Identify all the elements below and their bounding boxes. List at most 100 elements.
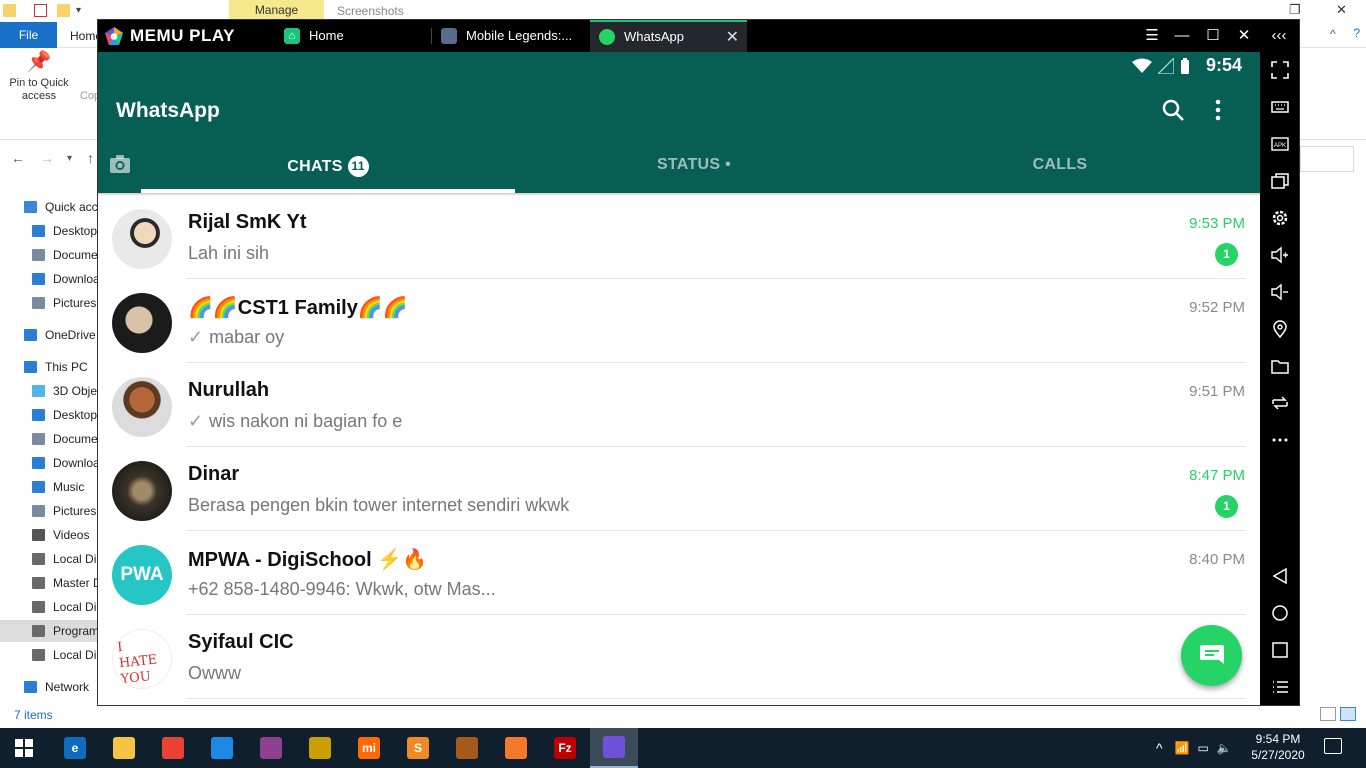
- taskbar-app[interactable]: mi: [345, 728, 393, 768]
- location-icon[interactable]: [1267, 316, 1293, 342]
- nav-item[interactable]: Network: [0, 676, 98, 698]
- show-hidden-icons-icon[interactable]: ^: [1156, 740, 1163, 756]
- up-arrow-icon[interactable]: ↑: [87, 150, 94, 166]
- nav-item[interactable]: Desktop: [0, 220, 98, 242]
- avatar[interactable]: [112, 461, 172, 521]
- more-options-icon[interactable]: [1208, 98, 1228, 122]
- tab-calls[interactable]: CALLS: [873, 156, 1247, 176]
- taskbar-app[interactable]: [100, 728, 148, 768]
- menu-icon[interactable]: ☰: [1137, 20, 1167, 52]
- nav-item[interactable]: Master D: [0, 572, 98, 594]
- minimize-icon[interactable]: —: [1167, 20, 1197, 52]
- tab-home[interactable]: ⌂ Home: [284, 20, 429, 52]
- quick-access-dropdown-icon[interactable]: ▾: [76, 5, 81, 16]
- pin-to-quick-access-button[interactable]: 📌 Pin to Quick access: [4, 52, 74, 103]
- taskbar-app[interactable]: [247, 728, 295, 768]
- chat-row[interactable]: Rijal SmK Yt Lah ini sih 9:53 PM 1: [98, 195, 1260, 279]
- view-toggle[interactable]: [1320, 707, 1364, 725]
- nav-item[interactable]: 3D Objec: [0, 380, 98, 402]
- ribbon-collapse-icon[interactable]: ^: [1330, 27, 1336, 41]
- tab-whatsapp[interactable]: WhatsApp ✕: [590, 20, 747, 52]
- nav-item[interactable]: Videos: [0, 524, 98, 546]
- taskbar-app[interactable]: [296, 728, 344, 768]
- tab-mobile-legends[interactable]: Mobile Legends:...: [441, 20, 589, 52]
- back-arrow-icon[interactable]: ←: [11, 150, 25, 166]
- avatar[interactable]: [112, 209, 172, 269]
- recent-locations-icon[interactable]: ▾: [67, 153, 72, 164]
- list-menu-icon[interactable]: [1267, 674, 1293, 700]
- nav-item[interactable]: Downloa: [0, 452, 98, 474]
- folder-icon[interactable]: [3, 4, 16, 17]
- taskbar-app[interactable]: S: [394, 728, 442, 768]
- notification-icon[interactable]: [1324, 738, 1342, 754]
- taskbar-app[interactable]: [149, 728, 197, 768]
- nav-item[interactable]: Downloa: [0, 268, 98, 290]
- avatar[interactable]: PWA: [112, 545, 172, 605]
- new-folder-icon[interactable]: [57, 4, 70, 17]
- close-icon[interactable]: ✕: [1229, 20, 1259, 52]
- more-icon[interactable]: [1267, 427, 1293, 453]
- properties-icon[interactable]: [34, 4, 47, 17]
- android-recents-icon[interactable]: [1267, 637, 1293, 663]
- taskbar-app[interactable]: Fz: [541, 728, 589, 768]
- search-box[interactable]: [1300, 146, 1354, 172]
- multi-window-icon[interactable]: [1267, 168, 1293, 194]
- taskbar-app[interactable]: [492, 728, 540, 768]
- nav-item[interactable]: Quick acc: [0, 196, 98, 218]
- nav-item[interactable]: Local Dis: [0, 644, 98, 666]
- chat-row[interactable]: 🌈🌈CST1 Family🌈🌈 ✓ mabar oy 9:52 PM: [98, 279, 1260, 363]
- chat-row[interactable]: Nurullah ✓ wis nakon ni bagian fo e 9:51 PM: [98, 363, 1260, 447]
- large-icons-view-icon[interactable]: [1340, 707, 1356, 721]
- nav-item[interactable]: OneDrive: [0, 324, 98, 346]
- camera-icon[interactable]: [109, 154, 131, 174]
- settings-icon[interactable]: [1267, 205, 1293, 231]
- nav-item[interactable]: Docume: [0, 244, 98, 266]
- taskbar-app[interactable]: [590, 728, 638, 768]
- avatar[interactable]: [112, 377, 172, 437]
- chat-row[interactable]: Dinar Berasa pengen bkin tower internet s…: [98, 447, 1260, 531]
- tab-status[interactable]: STATUS •: [515, 156, 873, 176]
- folder-icon[interactable]: [1267, 353, 1293, 379]
- nav-item[interactable]: Music: [0, 476, 98, 498]
- manage-contextual-tab[interactable]: Manage: [229, 0, 324, 20]
- file-tab[interactable]: File: [0, 22, 57, 48]
- volume-icon[interactable]: 🔈: [1217, 741, 1232, 755]
- taskbar-app[interactable]: [198, 728, 246, 768]
- forward-arrow-icon[interactable]: →: [40, 150, 54, 166]
- tab-chats[interactable]: CHATS 11: [141, 156, 515, 177]
- nav-item[interactable]: Program: [0, 620, 98, 642]
- android-home-icon[interactable]: [1267, 600, 1293, 626]
- help-icon[interactable]: ?: [1353, 26, 1360, 40]
- power-icon[interactable]: ▭: [1198, 741, 1209, 755]
- volume-up-icon[interactable]: [1267, 242, 1293, 268]
- taskbar-app[interactable]: e: [51, 728, 99, 768]
- avatar[interactable]: [112, 293, 172, 353]
- maximize-icon[interactable]: ☐: [1198, 20, 1228, 52]
- sync-icon[interactable]: [1267, 390, 1293, 416]
- chat-row[interactable]: I HATE YOU Syifaul CIC Owww: [98, 615, 1260, 699]
- collapse-sidebar-icon[interactable]: ‹‹‹: [1264, 20, 1294, 52]
- network-icon[interactable]: 📶: [1175, 741, 1190, 755]
- nav-item[interactable]: Pictures: [0, 500, 98, 522]
- volume-down-icon[interactable]: [1267, 279, 1293, 305]
- avatar[interactable]: I HATE YOU: [112, 629, 172, 689]
- restore-icon[interactable]: ❐: [1289, 2, 1301, 18]
- details-view-icon[interactable]: [1320, 707, 1336, 721]
- taskbar-clock[interactable]: 9:54 PM 5/27/2020: [1247, 731, 1309, 763]
- search-icon[interactable]: [1161, 98, 1185, 122]
- nav-item[interactable]: Desktop: [0, 404, 98, 426]
- apk-icon[interactable]: APK: [1267, 131, 1293, 157]
- nav-item[interactable]: Pictures: [0, 292, 98, 314]
- nav-item[interactable]: Local Dis: [0, 548, 98, 570]
- close-tab-icon[interactable]: ✕: [726, 22, 739, 54]
- nav-item[interactable]: Local Dis: [0, 596, 98, 618]
- android-back-icon[interactable]: [1267, 563, 1293, 589]
- keyboard-icon[interactable]: [1267, 94, 1293, 120]
- start-button[interactable]: [0, 728, 48, 768]
- new-chat-button[interactable]: [1181, 625, 1242, 686]
- taskbar-app[interactable]: [443, 728, 491, 768]
- nav-item[interactable]: This PC: [0, 356, 98, 378]
- chat-row[interactable]: PWA MPWA - DigiSchool ⚡🔥 +62 858-1480-9946…: [98, 531, 1260, 615]
- close-icon[interactable]: ✕: [1336, 2, 1347, 18]
- nav-item[interactable]: Docume: [0, 428, 98, 450]
